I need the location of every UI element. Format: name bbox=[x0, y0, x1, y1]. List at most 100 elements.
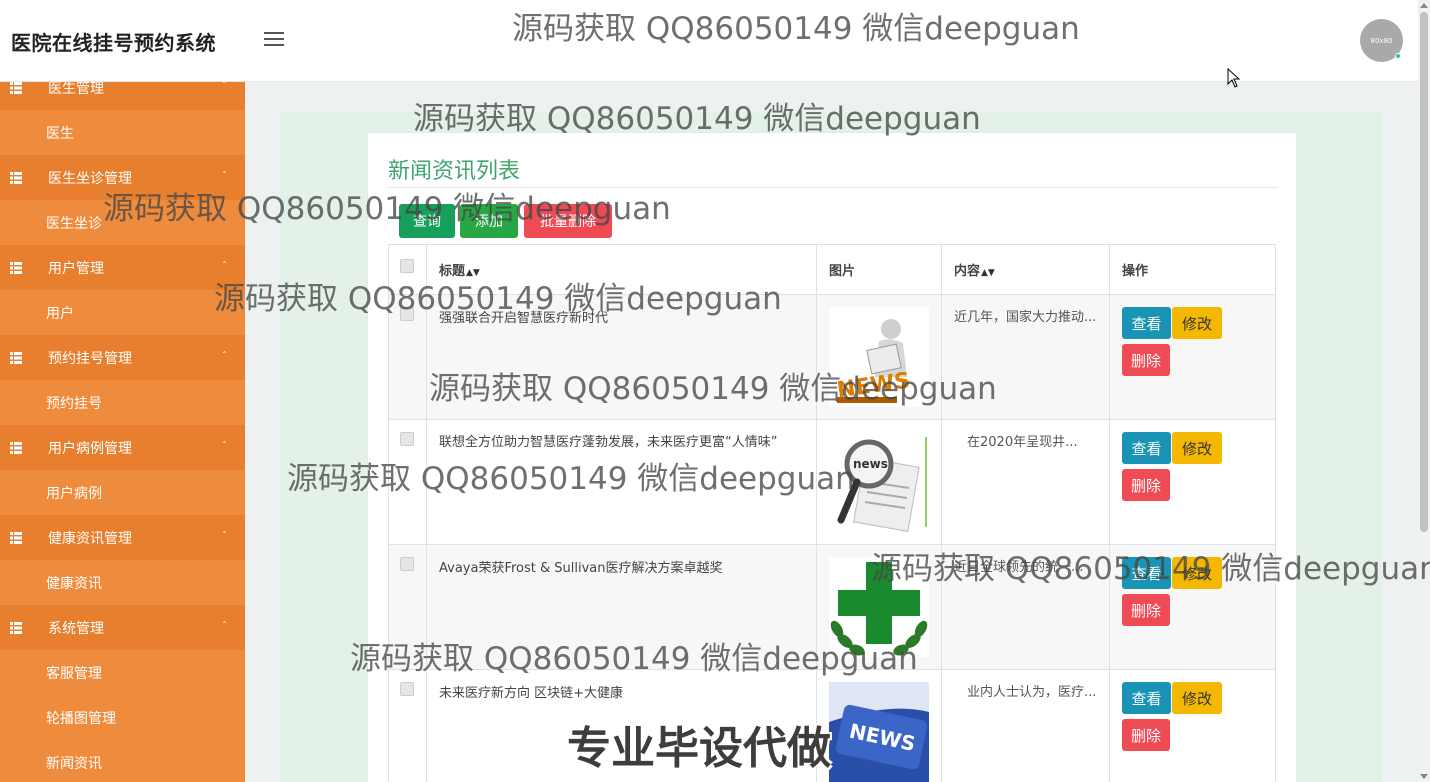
news-key-icon: NEWS bbox=[829, 682, 929, 782]
caret-up-icon: ˆ bbox=[222, 350, 227, 362]
sidebar-group-label: 预约挂号管理 bbox=[48, 350, 132, 367]
sidebar-item-doctor-schedule[interactable]: 医生坐诊 bbox=[0, 200, 245, 245]
medical-cross-icon bbox=[829, 557, 929, 657]
table-row: 强强联合开启智慧医疗新时代 NEWS 近几年，国家大力推动... 查看 修改 删… bbox=[388, 294, 1276, 420]
row-checkbox[interactable] bbox=[400, 557, 414, 571]
scroll-down-arrow-icon[interactable] bbox=[1420, 774, 1428, 779]
sidebar-item-label: 健康资讯 bbox=[46, 575, 102, 592]
delete-button[interactable]: 删除 bbox=[1122, 344, 1170, 376]
edit-button[interactable]: 修改 bbox=[1172, 432, 1222, 464]
table-header-row: 标题▲▼ 图片 内容▲▼ 操作 bbox=[388, 244, 1276, 295]
grid-list-icon bbox=[10, 261, 22, 274]
edit-button[interactable]: 修改 bbox=[1172, 307, 1222, 339]
sidebar-item-customer-service[interactable]: 客服管理 bbox=[0, 650, 245, 695]
avatar-placeholder-text: 80x80 bbox=[1370, 36, 1393, 45]
view-button[interactable]: 查看 bbox=[1122, 307, 1171, 339]
caret-up-icon: ˆ bbox=[222, 260, 227, 272]
news-table: 标题▲▼ 图片 内容▲▼ 操作 强强联合开启智慧医疗新时代 NEWS 近几年，国… bbox=[388, 244, 1276, 782]
sidebar-item-label: 预约挂号 bbox=[46, 395, 102, 412]
svg-text:news: news bbox=[853, 457, 888, 471]
row-select-cell bbox=[388, 669, 427, 782]
delete-button[interactable]: 删除 bbox=[1122, 594, 1170, 626]
sidebar-group-label: 系统管理 bbox=[48, 620, 104, 637]
sidebar-item-label: 医生坐诊 bbox=[46, 215, 102, 232]
title-cell: Avaya荣获Frost & Sullivan医疗解决方案卓越奖 bbox=[426, 544, 817, 670]
sidebar-item-user[interactable]: 用户 bbox=[0, 290, 245, 335]
add-button[interactable]: 添加 bbox=[460, 204, 518, 238]
actions-cell: 查看 修改 删除 bbox=[1109, 544, 1276, 670]
sidebar: 医生管理 ˆ 医生 医生坐诊管理 ˆ 医生坐诊 用户管理 ˆ 用户 预约挂号管理… bbox=[0, 82, 245, 782]
delete-button[interactable]: 删除 bbox=[1122, 719, 1170, 751]
sidebar-item-appointment[interactable]: 预约挂号 bbox=[0, 380, 245, 425]
content-cell: 近日全球领先的统一... bbox=[941, 544, 1110, 670]
sidebar-group-user-management[interactable]: 用户管理 ˆ bbox=[0, 245, 245, 290]
sidebar-group-label: 用户管理 bbox=[48, 260, 104, 277]
sidebar-group-label: 用户病例管理 bbox=[48, 440, 132, 457]
sidebar-item-carousel[interactable]: 轮播图管理 bbox=[0, 695, 245, 740]
sidebar-item-doctor[interactable]: 医生 bbox=[0, 110, 245, 155]
column-header-label: 标题 bbox=[439, 264, 466, 279]
select-all-cell bbox=[388, 244, 427, 295]
page-scrollbar[interactable] bbox=[1418, 0, 1430, 782]
column-header-title[interactable]: 标题▲▼ bbox=[426, 244, 817, 295]
title-cell: 联想全方位助力智慧医疗蓬勃发展，未来医疗更富“人情味” bbox=[426, 419, 817, 545]
query-button[interactable]: 查询 bbox=[399, 204, 455, 238]
content-cell: 业内人士认为，医疗... bbox=[941, 669, 1110, 782]
batch-delete-button[interactable]: 批量删除 bbox=[524, 204, 612, 238]
row-select-cell bbox=[388, 544, 427, 670]
caret-up-icon: ˆ bbox=[222, 82, 227, 92]
sidebar-item-news[interactable]: 新闻资讯 bbox=[0, 740, 245, 782]
column-header-label: 操作 bbox=[1122, 264, 1149, 279]
image-cell: NEWS bbox=[816, 669, 942, 782]
sidebar-item-health-info[interactable]: 健康资讯 bbox=[0, 560, 245, 605]
select-all-checkbox[interactable] bbox=[400, 259, 414, 273]
avatar[interactable]: 80x80 bbox=[1360, 19, 1403, 62]
sidebar-group-doctor-management[interactable]: 医生管理 ˆ bbox=[0, 82, 245, 110]
column-header-label: 图片 bbox=[829, 264, 856, 279]
sidebar-group-label: 医生坐诊管理 bbox=[48, 170, 132, 187]
edit-button[interactable]: 修改 bbox=[1172, 682, 1222, 714]
column-header-actions: 操作 bbox=[1109, 244, 1276, 295]
edit-button[interactable]: 修改 bbox=[1172, 557, 1222, 589]
actions-cell: 查看 修改 删除 bbox=[1109, 669, 1276, 782]
row-checkbox[interactable] bbox=[400, 307, 414, 321]
sidebar-group-medical-record-management[interactable]: 用户病例管理 ˆ bbox=[0, 425, 245, 470]
app-title: 医院在线挂号预约系统 bbox=[11, 31, 216, 55]
top-header: 医院在线挂号预约系统 80x80 bbox=[0, 0, 1418, 88]
row-select-cell bbox=[388, 419, 427, 545]
actions-cell: 查看 修改 删除 bbox=[1109, 294, 1276, 420]
view-button[interactable]: 查看 bbox=[1122, 557, 1171, 589]
column-header-content[interactable]: 内容▲▼ bbox=[941, 244, 1110, 295]
caret-up-icon: ˆ bbox=[222, 170, 227, 182]
view-button[interactable]: 查看 bbox=[1122, 432, 1171, 464]
caret-up-icon: ˆ bbox=[222, 620, 227, 632]
grid-list-icon bbox=[10, 82, 22, 94]
image-cell: NEWS bbox=[816, 294, 942, 420]
sidebar-group-doctor-schedule-management[interactable]: 医生坐诊管理 ˆ bbox=[0, 155, 245, 200]
row-checkbox[interactable] bbox=[400, 682, 414, 696]
sidebar-item-label: 用户 bbox=[46, 305, 74, 322]
sort-icon[interactable]: ▲▼ bbox=[466, 268, 480, 278]
image-cell: news bbox=[816, 419, 942, 545]
sort-icon[interactable]: ▲▼ bbox=[981, 268, 995, 278]
sidebar-group-health-info-management[interactable]: 健康资讯管理 ˆ bbox=[0, 515, 245, 560]
caret-up-icon: ˆ bbox=[222, 440, 227, 452]
sidebar-group-label: 医生管理 bbox=[48, 82, 104, 97]
actions-cell: 查看 修改 删除 bbox=[1109, 419, 1276, 545]
column-header-label: 内容 bbox=[954, 264, 981, 279]
sidebar-item-medical-record[interactable]: 用户病例 bbox=[0, 470, 245, 515]
sidebar-group-appointment-management[interactable]: 预约挂号管理 ˆ bbox=[0, 335, 245, 380]
sidebar-group-label: 健康资讯管理 bbox=[48, 530, 132, 547]
row-checkbox[interactable] bbox=[400, 432, 414, 446]
divider bbox=[388, 187, 1278, 188]
sidebar-group-system-management[interactable]: 系统管理 ˆ bbox=[0, 605, 245, 650]
page-title: 新闻资讯列表 bbox=[388, 159, 521, 184]
sidebar-item-label: 医生 bbox=[46, 125, 74, 142]
hamburger-menu-icon[interactable] bbox=[264, 32, 284, 48]
scrollbar-thumb[interactable] bbox=[1420, 12, 1428, 532]
delete-button[interactable]: 删除 bbox=[1122, 469, 1170, 501]
caret-up-icon: ˆ bbox=[222, 530, 227, 542]
grid-list-icon bbox=[10, 531, 22, 544]
scroll-up-arrow-icon[interactable] bbox=[1420, 3, 1428, 8]
view-button[interactable]: 查看 bbox=[1122, 682, 1171, 714]
